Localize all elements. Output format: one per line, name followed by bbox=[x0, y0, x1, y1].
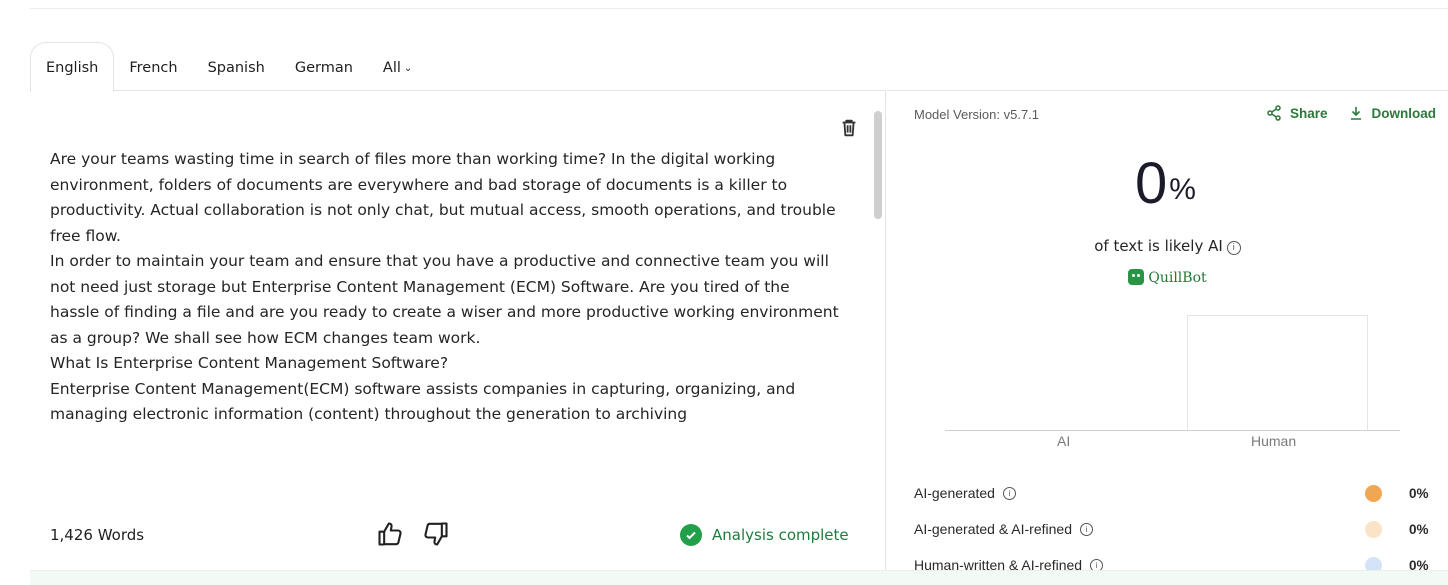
download-icon bbox=[1350, 107, 1361, 120]
result-legend: AI-generated i 0% AI-generated & AI-refin… bbox=[914, 475, 1434, 583]
ai-percentage: 0% bbox=[1135, 155, 1196, 213]
brand-name: QuillBot bbox=[1148, 270, 1207, 286]
word-count: 1,426 Words bbox=[50, 526, 145, 544]
share-button[interactable]: Share bbox=[1266, 105, 1328, 121]
likely-ai-text: of text is likely AI bbox=[1094, 237, 1223, 255]
text-input-panel: Are your teams wasting time in search of… bbox=[30, 90, 886, 570]
bar-human bbox=[1187, 315, 1368, 430]
quillbot-brand: QuillBot bbox=[887, 269, 1448, 286]
quillbot-logo-icon bbox=[1128, 269, 1145, 285]
editor-footer: 1,426 Words Analysis complete bbox=[30, 516, 886, 552]
top-divider bbox=[30, 0, 1448, 9]
legend-label: AI-generated bbox=[914, 485, 995, 501]
tick-label-human: Human bbox=[1251, 433, 1297, 449]
text-input[interactable]: Are your teams wasting time in search of… bbox=[50, 147, 840, 453]
legend-label: AI-generated & AI-refined bbox=[914, 521, 1072, 537]
paragraph: In order to maintain your team and ensur… bbox=[50, 252, 839, 347]
tab-english[interactable]: English bbox=[30, 42, 115, 92]
legend-row-ai-generated-refined: AI-generated & AI-refined i 0% bbox=[914, 511, 1434, 547]
language-tabs: English French Spanish German All ⌄ bbox=[30, 42, 427, 92]
footer-strip bbox=[30, 570, 1448, 585]
info-icon[interactable]: i bbox=[1002, 486, 1016, 500]
ai-human-chart: AI Human bbox=[945, 291, 1400, 451]
text-content: Are your teams wasting time in search of… bbox=[50, 147, 840, 453]
chevron-down-icon: ⌄ bbox=[403, 63, 413, 74]
tab-all-label: All bbox=[382, 60, 401, 76]
tab-all-dropdown[interactable]: All ⌄ bbox=[368, 44, 427, 92]
paragraph: What Is Enterprise Content Management So… bbox=[50, 354, 449, 372]
download-label: Download bbox=[1371, 105, 1437, 121]
analysis-status-label: Analysis complete bbox=[712, 526, 849, 544]
percent-sign: % bbox=[1169, 173, 1196, 206]
result-actions: Share Download bbox=[1266, 105, 1436, 121]
legend-row-ai-generated: AI-generated i 0% bbox=[914, 475, 1434, 511]
info-icon[interactable]: i bbox=[1080, 522, 1093, 536]
scrollbar-thumb[interactable] bbox=[874, 111, 882, 219]
results-panel: Model Version: v5.7.1 Share Download 0% … bbox=[887, 90, 1448, 574]
legend-percent: 0% bbox=[1409, 521, 1429, 537]
model-version: Model Version: v5.7.1 bbox=[914, 107, 1040, 122]
tab-spanish[interactable]: Spanish bbox=[193, 44, 280, 92]
info-icon[interactable]: i bbox=[1226, 241, 1241, 255]
share-label: Share bbox=[1289, 105, 1328, 121]
ai-percentage-value: 0 bbox=[1135, 151, 1168, 216]
legend-dot bbox=[1365, 485, 1382, 502]
legend-dot bbox=[1365, 521, 1382, 538]
paragraph: Enterprise Content Management(ECM) softw… bbox=[50, 379, 796, 424]
legend-percent: 0% bbox=[1409, 485, 1429, 501]
tab-french[interactable]: French bbox=[114, 44, 192, 92]
check-circle-icon bbox=[680, 524, 702, 546]
paragraph: Are your teams wasting time in search of… bbox=[50, 150, 836, 245]
chart-axis bbox=[945, 430, 1400, 431]
share-icon bbox=[1267, 105, 1281, 121]
tab-german[interactable]: German bbox=[280, 44, 368, 92]
tick-label-ai: AI bbox=[1057, 433, 1071, 449]
likely-ai-caption: of text is likely AI i bbox=[887, 237, 1448, 255]
download-button[interactable]: Download bbox=[1348, 105, 1437, 121]
trash-icon[interactable] bbox=[838, 117, 860, 139]
analysis-status: Analysis complete bbox=[680, 524, 849, 546]
thumbs-up-icon[interactable] bbox=[376, 520, 404, 548]
thumbs-down-icon[interactable] bbox=[422, 520, 450, 548]
